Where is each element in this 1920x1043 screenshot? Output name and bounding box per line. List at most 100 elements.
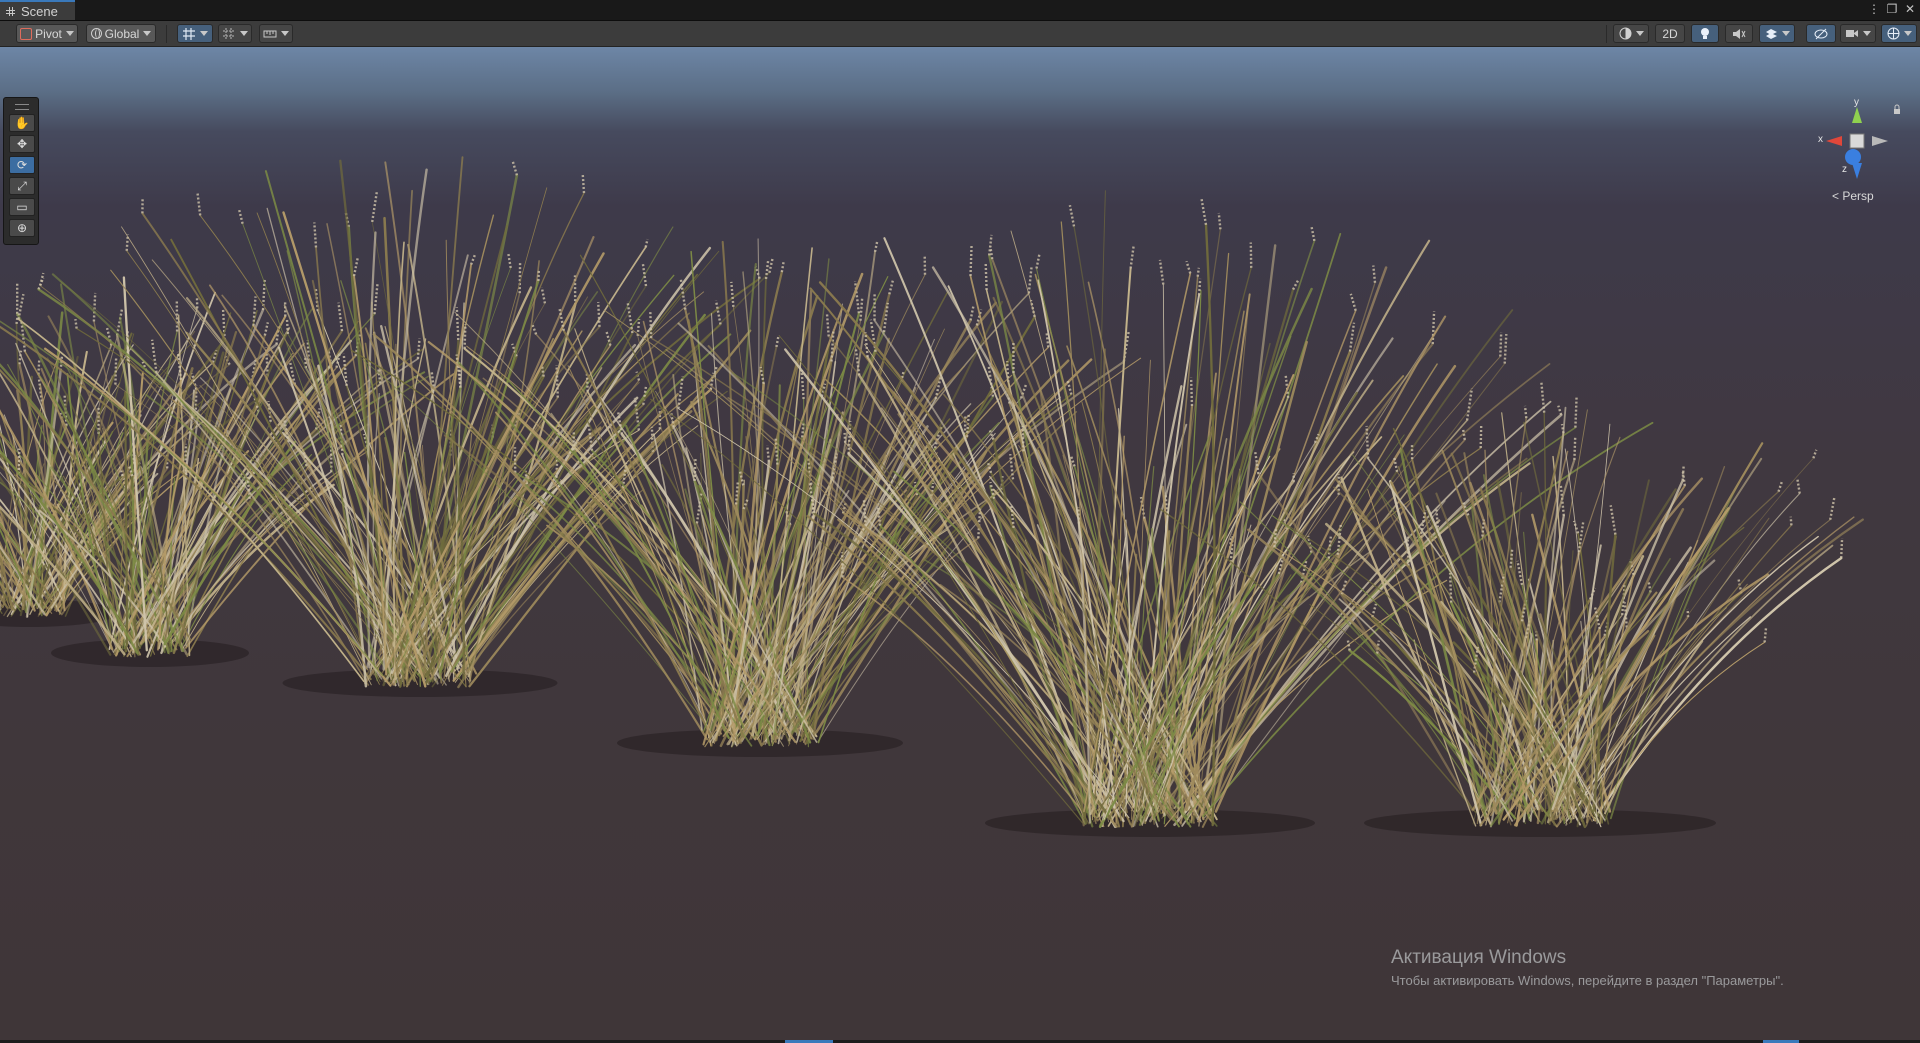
transform-tool-icon: ⊕ bbox=[16, 221, 28, 235]
grass-seed-head bbox=[237, 208, 244, 224]
rotate-tool-icon: ⟳ bbox=[16, 158, 28, 172]
windows-activation-watermark: Активация Windows Чтобы активировать Win… bbox=[1391, 947, 1784, 988]
grass-seed-head bbox=[352, 257, 359, 277]
gizmos-dropdown[interactable] bbox=[1881, 24, 1917, 43]
grass-seed-head bbox=[1217, 212, 1222, 230]
grass-seed-head bbox=[1200, 198, 1208, 226]
chevron-down-icon bbox=[1863, 31, 1871, 36]
grass-blade bbox=[1185, 363, 1438, 823]
grass-seed-head bbox=[373, 283, 379, 315]
camera-icon bbox=[1846, 30, 1858, 37]
view-tool-button[interactable]: ✋ bbox=[9, 114, 35, 132]
camera-dropdown[interactable] bbox=[1840, 24, 1876, 43]
maximize-icon[interactable]: ❐ bbox=[1886, 1, 1898, 17]
projection-text: Persp bbox=[1842, 189, 1874, 203]
grass-seed-head bbox=[39, 272, 45, 286]
grass-seed-head bbox=[859, 297, 864, 321]
grass-seed-head bbox=[1812, 449, 1818, 459]
grass-seed-head bbox=[1479, 425, 1483, 449]
grass-seed-head bbox=[775, 335, 780, 348]
toolbar-separator bbox=[166, 25, 167, 43]
grass-seed-head bbox=[1796, 477, 1801, 494]
grass-seed-head bbox=[1372, 265, 1377, 283]
grass-seed-head bbox=[1448, 573, 1453, 603]
pivot-dropdown[interactable]: Pivot bbox=[16, 24, 78, 43]
move-tool-button[interactable]: ✥ bbox=[9, 135, 35, 153]
projection-label[interactable]: < Persp bbox=[1832, 189, 1874, 203]
grass-seed-head bbox=[1027, 266, 1033, 294]
scene-viewport[interactable]: ✋ ✥ ⟳ ⤢ ▭ ⊕ y x z < Persp Активация Windows Ч… bbox=[0, 47, 1920, 1040]
global-dropdown[interactable]: Global bbox=[86, 24, 156, 43]
grass-seed-head bbox=[114, 358, 118, 385]
close-icon[interactable]: ✕ bbox=[1904, 1, 1916, 17]
move-tool-icon: ✥ bbox=[16, 137, 28, 151]
grass-seed-head bbox=[74, 318, 78, 329]
chevron-down-icon bbox=[1635, 31, 1644, 36]
axis-y-label: y bbox=[1854, 97, 1859, 108]
grass-seed-head bbox=[1829, 496, 1836, 520]
tab-scene[interactable]: Scene bbox=[0, 0, 75, 20]
effects-dropdown[interactable] bbox=[1759, 24, 1795, 43]
grass-seed-head bbox=[644, 238, 649, 248]
grass-seed-head bbox=[597, 301, 601, 327]
grass-seed-head bbox=[1068, 204, 1076, 227]
grass-seed-head bbox=[1310, 226, 1316, 242]
grass-seed-head bbox=[463, 324, 467, 349]
chevron-down-icon bbox=[1781, 31, 1790, 36]
grass-seed-head bbox=[1681, 470, 1686, 486]
grass-seed-head bbox=[252, 296, 257, 326]
ruler-button[interactable] bbox=[259, 24, 293, 43]
transform-tool-button[interactable]: ⊕ bbox=[9, 219, 35, 237]
grass-seed-head bbox=[1523, 405, 1528, 419]
palette-grip-icon[interactable] bbox=[15, 104, 29, 110]
axis-gizmo-icon: y x z bbox=[1818, 97, 1900, 179]
grass-seed-head bbox=[1196, 267, 1200, 277]
grass-seed-head bbox=[1574, 396, 1578, 428]
grass-seed-head bbox=[843, 432, 847, 443]
grass-seed-head bbox=[730, 281, 735, 308]
increment-snap-button[interactable] bbox=[218, 24, 252, 43]
grass-seed-head bbox=[37, 360, 41, 375]
tab-bar: Scene ⋮ ❐ ✕ bbox=[0, 0, 1920, 21]
rect-tool-button[interactable]: ▭ bbox=[9, 198, 35, 216]
grass-seed-head bbox=[766, 445, 771, 462]
grass-seed-head bbox=[313, 222, 318, 248]
grass-seed-head bbox=[511, 160, 519, 176]
orientation-gizmo[interactable]: y x z < Persp bbox=[1812, 97, 1902, 207]
effects-icon bbox=[1765, 29, 1777, 39]
grass-seed-head bbox=[1789, 516, 1793, 526]
grass-clumps bbox=[0, 156, 1864, 837]
audio-toggle[interactable] bbox=[1725, 24, 1753, 43]
hidden-objects-toggle[interactable] bbox=[1806, 24, 1836, 43]
grass-seed-head bbox=[540, 365, 545, 377]
grass-seed-head bbox=[1503, 334, 1508, 364]
grass-seed-head bbox=[825, 313, 830, 337]
toggle-2d-button[interactable]: 2D bbox=[1655, 24, 1685, 43]
grass-seed-head bbox=[1840, 537, 1844, 559]
grass-seed-head bbox=[416, 338, 421, 359]
grass-seed-head bbox=[1348, 322, 1356, 352]
chevron-down-icon bbox=[200, 31, 208, 36]
grass-seed-head bbox=[780, 261, 785, 273]
shading-mode-dropdown[interactable] bbox=[1613, 24, 1649, 43]
grid-snap-button[interactable] bbox=[177, 24, 213, 43]
grass-seed-head bbox=[581, 173, 586, 194]
lighting-toggle[interactable] bbox=[1691, 24, 1719, 43]
grass-seed-head bbox=[1129, 245, 1135, 269]
grass-seed-head bbox=[469, 254, 477, 265]
grass-seed-head bbox=[1158, 259, 1165, 285]
grass-seed-head bbox=[969, 304, 975, 321]
grass-seed-head bbox=[649, 311, 653, 339]
scale-tool-button[interactable]: ⤢ bbox=[9, 177, 35, 195]
grass-seed-head bbox=[263, 322, 269, 336]
axis-z-label: z bbox=[1842, 164, 1847, 175]
grass-blade bbox=[1609, 507, 1731, 820]
axis-x-label: x bbox=[1818, 134, 1823, 145]
grass-seed-head bbox=[984, 263, 988, 291]
grass-seed-head bbox=[342, 353, 348, 387]
grass-seed-head bbox=[1609, 505, 1617, 535]
grass-seed-head bbox=[873, 239, 879, 253]
grass-seed-head bbox=[92, 292, 97, 322]
rotate-tool-button[interactable]: ⟳ bbox=[9, 156, 35, 174]
more-menu-icon[interactable]: ⋮ bbox=[1868, 1, 1880, 17]
